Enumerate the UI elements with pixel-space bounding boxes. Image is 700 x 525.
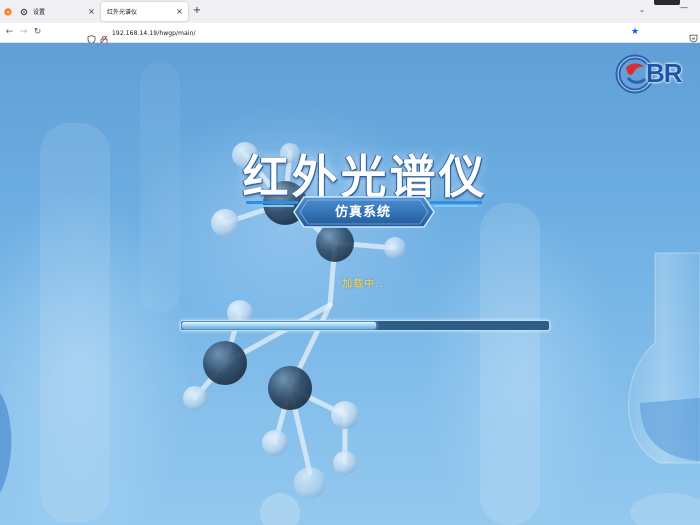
bookmark-star-icon[interactable]: ★ [631, 27, 639, 37]
url-text[interactable]: 192.168.14.19/hwgp/main/ [112, 30, 196, 37]
loading-label: 加载中... [342, 279, 388, 290]
close-icon[interactable]: × [175, 7, 184, 16]
nav-bar: ← → ↻ 192.168.14.19/hwgp/main/ ★ [0, 23, 700, 44]
minimize-icon[interactable]: — [680, 3, 688, 12]
forward-arrow-icon[interactable]: → [18, 27, 29, 38]
url-bar[interactable]: 192.168.14.19/hwgp/main/ [87, 25, 647, 44]
new-tab-button[interactable]: + [191, 4, 203, 18]
lock-icon[interactable] [100, 29, 108, 44]
back-arrow-icon[interactable]: ← [4, 27, 15, 38]
gear-icon [20, 8, 28, 16]
tab-label: 红外光谱仪 [107, 9, 138, 16]
tab-firefox-view[interactable] [0, 2, 14, 21]
close-icon[interactable]: × [87, 7, 96, 16]
page-subtitle: 仿真系统 [334, 205, 391, 220]
progress-bar [180, 320, 550, 331]
tab-settings[interactable]: 设置 × [16, 2, 100, 21]
pocket-icon[interactable] [689, 28, 698, 43]
tab-bar: 设置 × 红外光谱仪 × + ⌄ — [0, 0, 700, 23]
reload-icon[interactable]: ↻ [32, 27, 43, 38]
progress-fill [182, 322, 376, 329]
logo-text: BR [646, 58, 683, 88]
tab-label: 设置 [33, 9, 46, 16]
tab-active-page[interactable]: 红外光谱仪 × [101, 2, 188, 21]
chevron-down-icon[interactable]: ⌄ [639, 6, 645, 14]
shield-icon[interactable] [87, 29, 96, 44]
window-indicator [654, 0, 680, 5]
page-viewport: BR 红外光谱仪 仿真系统 加载中... [0, 43, 700, 525]
firefox-icon [4, 7, 12, 16]
